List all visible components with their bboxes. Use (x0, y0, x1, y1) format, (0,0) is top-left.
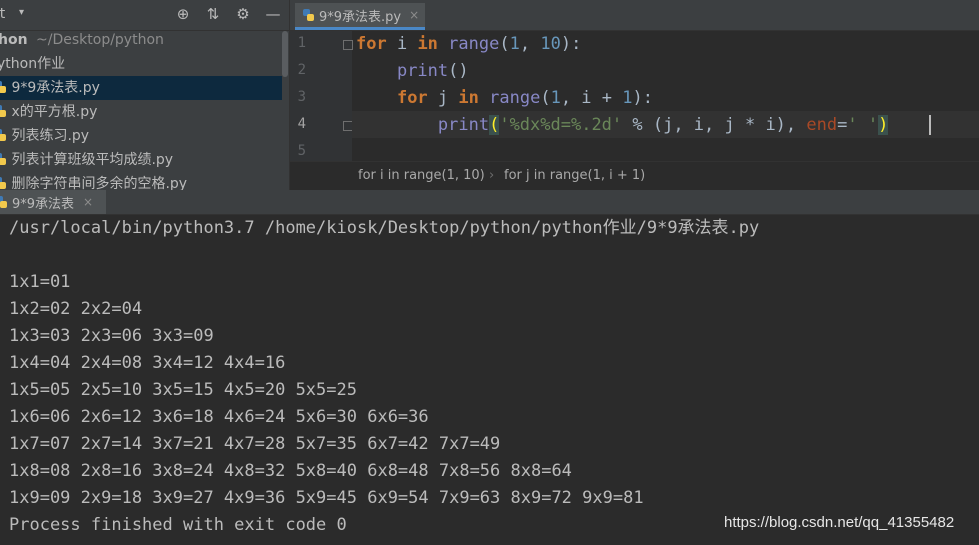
python-file-icon (0, 128, 7, 142)
root-folder-path: ~/Desktop/python (36, 32, 164, 48)
project-panel-header: ct ▾ ⊕ ⇅ ⚙ — (0, 0, 289, 31)
python-file-icon (0, 195, 8, 209)
close-icon[interactable]: × (409, 8, 419, 22)
run-tab-active[interactable]: 9*9承法表 × (0, 190, 106, 214)
editor-tab-bar: 9*9承法表.py × (290, 0, 979, 31)
chevron-down-icon[interactable]: ▾ (19, 7, 24, 18)
python-file-icon (0, 176, 7, 190)
tab-label: 9*9承法表.py (319, 9, 402, 25)
console-line: 1x6=06 2x6=12 3x6=18 4x6=24 5x6=30 6x6=3… (9, 407, 429, 427)
editor-area: 9*9承法表.py × 1 2 3 4 5 for i in range(1, … (290, 0, 979, 191)
collapse-all-icon[interactable]: ⇅ (205, 5, 221, 23)
line-number: 4 (297, 116, 306, 132)
breadcrumb-item[interactable]: for j in range(1, i + 1) (504, 168, 645, 183)
python-file-icon (0, 80, 7, 94)
project-toolbar: ⊕ ⇅ ⚙ — (175, 5, 281, 23)
console-line: 1x5=05 2x5=10 3x5=15 4x5=20 5x5=25 (9, 380, 357, 400)
gear-icon[interactable]: ⚙ (235, 5, 251, 23)
run-console[interactable]: /usr/local/bin/python3.7 /home/kiosk/Des… (0, 215, 979, 545)
run-tab-label: 9*9承法表 (12, 196, 75, 212)
console-line: 1x2=02 2x2=04 (9, 299, 143, 319)
tree-file-item[interactable]: x的平方根.py (0, 100, 282, 124)
code-line: print() (396, 61, 469, 81)
tree-folder-item[interactable]: ython作业 (0, 52, 279, 76)
file-name: 删除字符串间多余的空格.py (11, 176, 188, 190)
tree-file-item[interactable]: 删除字符串间多余的空格.py (0, 172, 282, 190)
locate-target-icon[interactable]: ⊕ (175, 5, 191, 23)
console-exit-line: Process finished with exit code 0 (9, 515, 347, 535)
folder-name: ython作业 (0, 56, 66, 72)
code-line: for i in range(1, 10): (356, 34, 582, 54)
tree-file-item[interactable]: 列表练习.py (0, 124, 282, 148)
breadcrumb: for i in range(1, 10) › for j in range(1… (290, 161, 979, 191)
project-scrollbar[interactable] (282, 31, 288, 77)
watermark-text: https://blog.csdn.net/qq_41355482 (724, 514, 955, 531)
file-name: 列表练习.py (11, 128, 90, 144)
code-line: print('%dx%d=%.2d' % (j, i, j * i), end=… (437, 115, 889, 135)
root-folder-name: hon (0, 32, 28, 48)
text-caret (929, 115, 931, 135)
line-number: 3 (297, 89, 306, 105)
console-line: 1x4=04 2x4=08 3x4=12 4x4=16 (9, 353, 286, 373)
console-line: 1x7=07 2x7=14 3x7=21 4x7=28 5x7=35 6x7=4… (9, 434, 501, 454)
file-name: 列表计算班级平均成绩.py (11, 152, 174, 168)
python-file-icon (0, 152, 7, 166)
minimize-icon[interactable]: — (265, 5, 281, 23)
project-panel: ct ▾ ⊕ ⇅ ⚙ — hon ~/Desktop/python ython作… (0, 0, 290, 190)
console-line: 1x1=01 (9, 272, 71, 292)
code-line: for j in range(1, i + 1): (396, 88, 653, 108)
console-line: 1x8=08 2x8=16 3x8=24 4x8=32 5x8=40 6x8=4… (9, 461, 572, 481)
tree-file-item[interactable]: 列表计算班级平均成绩.py (0, 148, 282, 172)
editor-tab-active[interactable]: 9*9承法表.py × (295, 3, 425, 30)
file-name: x的平方根.py (11, 104, 98, 120)
fold-marker-icon[interactable] (343, 40, 353, 50)
tree-root-item[interactable]: hon ~/Desktop/python (0, 28, 280, 52)
line-gutter: 1 2 3 4 5 (290, 31, 353, 161)
console-line: 1x9=09 2x9=18 3x9=27 4x9=36 5x9=45 6x9=5… (9, 488, 644, 508)
close-icon[interactable]: × (83, 195, 93, 209)
breadcrumb-item[interactable]: for i in range(1, 10) (358, 168, 485, 183)
breadcrumb-separator-icon: › (489, 168, 495, 183)
line-number: 1 (297, 35, 306, 51)
line-number: 2 (297, 62, 306, 78)
line-number: 5 (297, 143, 306, 159)
tree-file-item[interactable]: 9*9承法表.py (0, 76, 282, 100)
run-tab-bar: 9*9承法表 × (0, 190, 979, 215)
file-name: 9*9承法表.py (11, 80, 100, 96)
console-command-line: /usr/local/bin/python3.7 /home/kiosk/Des… (9, 218, 760, 238)
console-line: 1x3=03 2x3=06 3x3=09 (9, 326, 214, 346)
python-file-icon (303, 8, 315, 22)
project-view-selector[interactable]: ct (0, 6, 5, 22)
python-file-icon (0, 104, 7, 118)
